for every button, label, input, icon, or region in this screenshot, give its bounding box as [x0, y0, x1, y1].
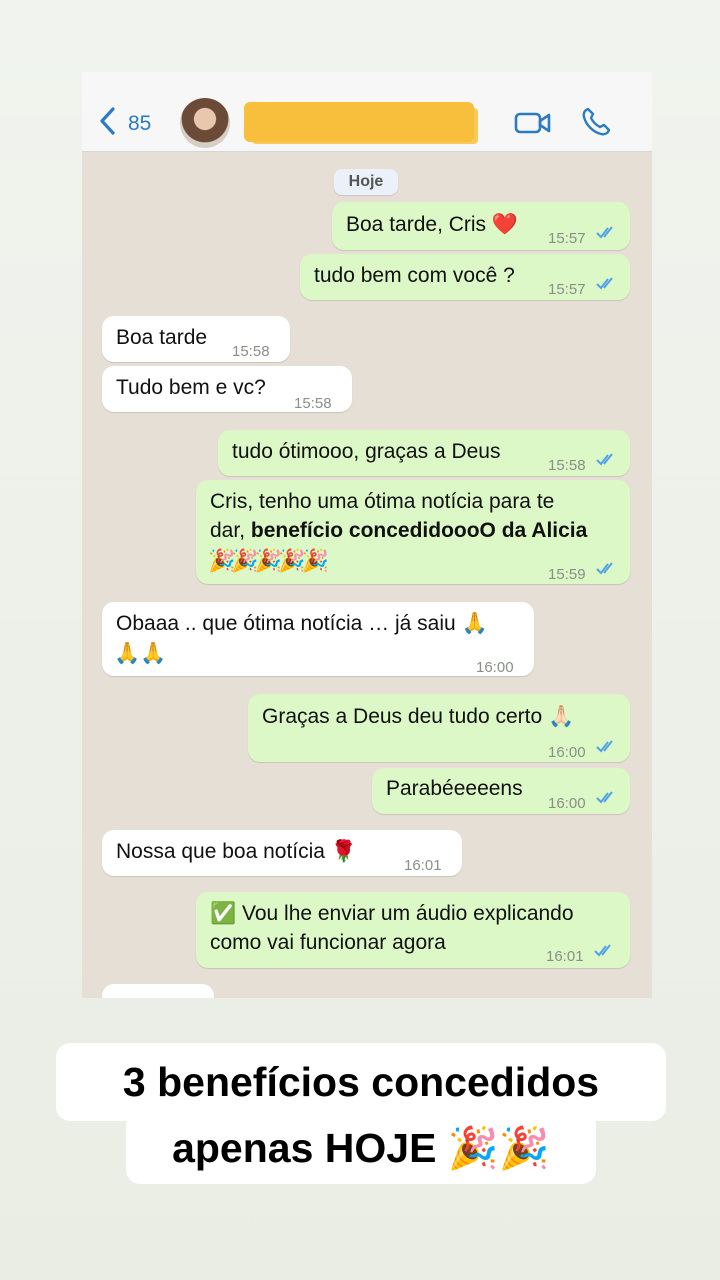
video-call-icon[interactable]: [514, 109, 552, 137]
message-text: Parabéeeeens: [386, 777, 523, 800]
whatsapp-screenshot: 85 Hoje Boa tarde, Cris ❤️ 15:57 tudo be…: [82, 72, 652, 998]
phone-call-icon[interactable]: [580, 106, 612, 138]
message-time: 16:00: [548, 744, 586, 761]
double-check-read-icon: [596, 277, 613, 290]
message-time: 15:59: [548, 566, 586, 583]
outgoing-message[interactable]: Boa tarde, Cris ❤️ 15:57: [332, 202, 630, 250]
message-text-line: ✅ Vou lhe enviar um áudio explicando: [210, 902, 574, 925]
message-text-line: 🙏🙏: [114, 642, 167, 665]
unread-count[interactable]: 85: [128, 112, 151, 136]
message-time: 16:00: [548, 795, 586, 812]
double-check-read-icon: [596, 453, 613, 466]
chat-header: 85: [82, 72, 652, 152]
message-time: 15:58: [548, 457, 586, 474]
outgoing-message[interactable]: Parabéeeeens 16:00: [372, 768, 630, 814]
incoming-message[interactable]: Tudo bem e vc? 15:58: [102, 366, 352, 412]
message-text-line: como vai funcionar agora: [210, 931, 446, 954]
message-time: 15:58: [294, 395, 332, 412]
message-text: tudo bem com você ?: [314, 264, 515, 287]
message-text: Boa tarde, Cris ❤️: [346, 213, 519, 236]
party-emoji-row: 🎉🎉🎉🎉🎉: [208, 548, 329, 573]
outgoing-message[interactable]: tudo bem com você ? 15:57: [300, 254, 630, 300]
date-separator: Hoje: [334, 169, 398, 195]
message-time: 15:57: [548, 281, 586, 298]
chat-area: Hoje Boa tarde, Cris ❤️ 15:57 tudo bem c…: [82, 152, 652, 998]
message-text: Nossa que boa notícia 🌹: [116, 840, 357, 863]
outgoing-message[interactable]: Cris, tenho uma ótima notícia para te da…: [196, 480, 630, 584]
message-text: tudo ótimooo, graças a Deus: [232, 440, 501, 463]
double-check-read-icon: [596, 226, 613, 239]
double-check-read-icon: [596, 562, 613, 575]
message-text-line: dar, benefício concedidoooO da Alicia: [210, 516, 587, 545]
incoming-message[interactable]: Nossa que boa notícia 🌹 16:01: [102, 830, 462, 876]
double-check-read-icon: [594, 944, 611, 957]
message-text-line: Obaaa .. que ótima notícia … já saiu 🙏: [116, 612, 488, 635]
outgoing-message[interactable]: tudo ótimooo, graças a Deus 15:58: [218, 430, 630, 476]
double-check-read-icon: [596, 740, 613, 753]
outgoing-message[interactable]: ✅ Vou lhe enviar um áudio explicando com…: [196, 892, 630, 968]
incoming-message[interactable]: Obaaa .. que ótima notícia … já saiu 🙏 🙏…: [102, 602, 534, 676]
incoming-message[interactable]: Boa tarde 15:58: [102, 316, 290, 362]
double-check-read-icon: [596, 791, 613, 804]
message-text-line: Cris, tenho uma ótima notícia para te: [210, 490, 555, 513]
back-chevron-icon[interactable]: [96, 106, 120, 136]
message-time: 15:58: [232, 343, 270, 360]
message-time: 15:57: [548, 230, 586, 247]
incoming-message-partial: [102, 984, 214, 998]
message-text: Boa tarde: [116, 326, 208, 349]
message-text: Graças a Deus deu tudo certo 🙏🏻: [262, 705, 575, 728]
message-text-plain: dar,: [210, 519, 251, 542]
caption-line-2: apenas HOJE 🎉🎉: [126, 1112, 596, 1184]
message-time: 16:01: [404, 857, 442, 874]
message-time: 16:01: [546, 948, 584, 965]
message-text-bold: benefício concedidoooO da Alicia: [250, 519, 588, 542]
redacted-contact-name: [244, 102, 474, 142]
contact-avatar[interactable]: [180, 98, 230, 148]
message-text: Tudo bem e vc?: [116, 376, 266, 399]
outgoing-message[interactable]: Graças a Deus deu tudo certo 🙏🏻 16:00: [248, 694, 630, 762]
caption-line-1: 3 benefícios concedidos: [56, 1043, 666, 1121]
message-time: 16:00: [476, 659, 514, 676]
